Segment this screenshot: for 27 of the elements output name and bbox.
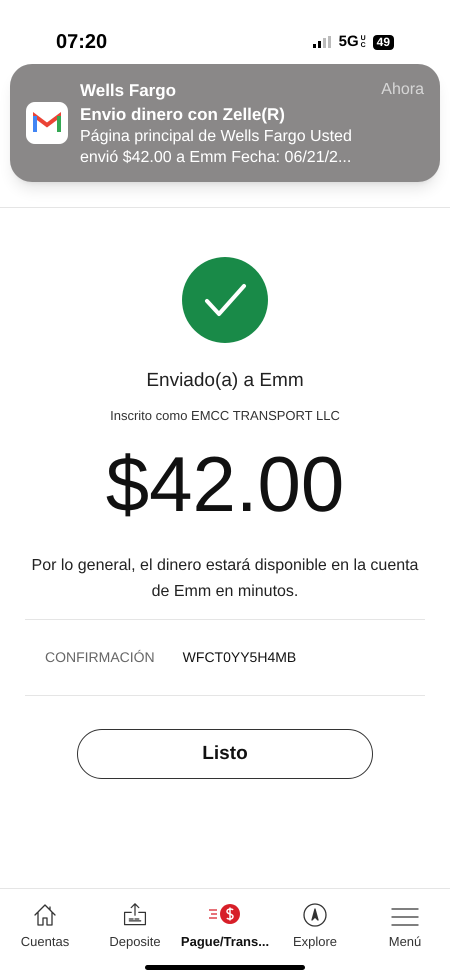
menu-icon	[391, 906, 419, 928]
home-icon	[32, 902, 58, 928]
tab-bar-item[interactable]: Pague/Trans...	[180, 901, 270, 951]
compass-icon	[302, 902, 328, 928]
recipient-label: Enviado(a) a Emm	[146, 369, 304, 393]
confirmation-code: WFCT0YY5H4MB	[182, 648, 296, 667]
availability-note: Por lo general, el dinero estará disponible en la cuenta de Emm en minutos.	[30, 556, 420, 602]
network-label: 5G	[338, 32, 359, 52]
done-button[interactable]: Listo	[77, 729, 373, 779]
mail-app-icon	[26, 102, 68, 144]
status-time: 07:20	[56, 30, 108, 55]
amount-text: $42.00	[106, 439, 344, 529]
notification-body: Página principal de Wells Fargo Usted envió $42.00 a Emm Fecha: 06/21/2...	[80, 126, 353, 168]
confirmation-label: CONFIRMACIÓN	[45, 648, 155, 667]
tab-bar-item[interactable]: Cuentas	[0, 901, 90, 951]
tab-bar-item[interactable]: Menú	[360, 901, 450, 951]
notification-title: Envio dinero con Zelle(R)	[80, 104, 286, 126]
notification-time: Ahora	[381, 80, 424, 100]
battery-icon: 49	[372, 34, 394, 50]
success-check-icon	[182, 257, 268, 343]
enrolled-label: Inscrito como EMCC TRANSPORT LLC	[110, 406, 340, 424]
notification-banner[interactable]: Wells Fargo Ahora Envio dinero con Zelle(R) Página principal de Wells Fargo Usted envió $42.00 a Emm Fecha: 06/21/2...	[10, 64, 440, 182]
notification-app-name: Wells Fargo	[80, 80, 176, 102]
signal-icon	[312, 36, 333, 48]
tab-bar-item[interactable]: Explore	[270, 901, 360, 951]
tab-bar-item[interactable]: Deposite	[90, 901, 180, 951]
upload-tray-icon	[121, 901, 149, 928]
